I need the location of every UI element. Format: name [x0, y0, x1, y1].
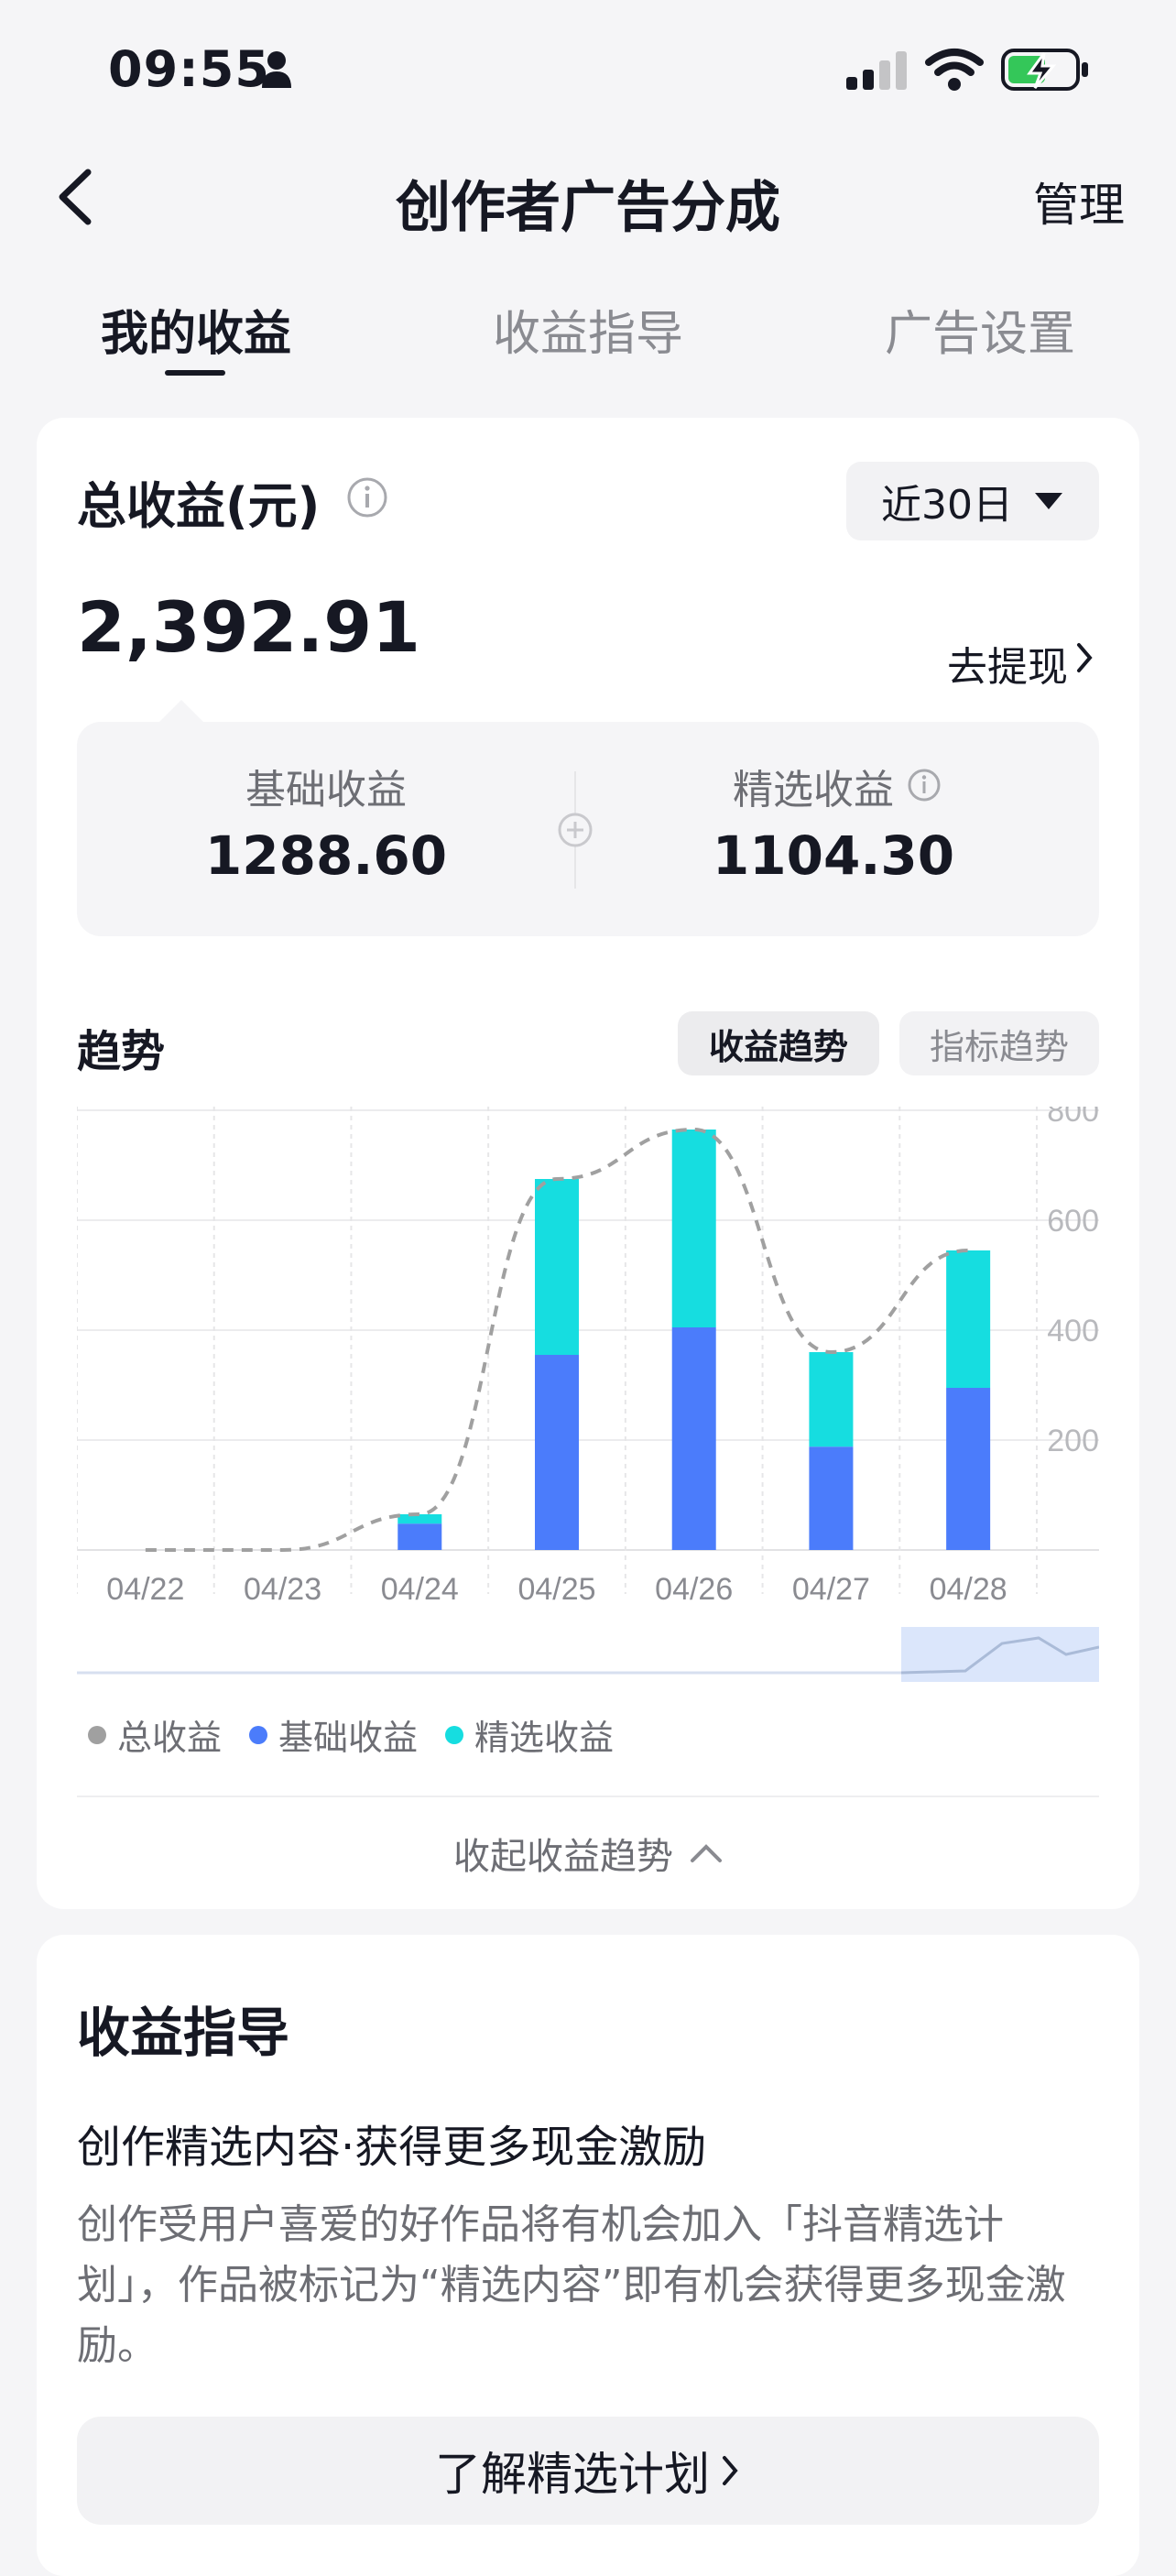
bar-featured-earnings — [397, 1514, 442, 1524]
period-label: 近30日 — [881, 482, 1013, 529]
dropdown-triangle-icon — [1035, 493, 1062, 509]
status-time: 09:55 — [108, 40, 270, 98]
signal-icon — [846, 51, 907, 90]
bar-base-earnings — [809, 1446, 854, 1550]
learn-featured-plan-button[interactable]: 了解精选计划 — [77, 2417, 1099, 2525]
guide-subtitle: 创作精选内容·获得更多现金激励 — [77, 2122, 707, 2173]
tab-ad-settings[interactable]: 广告设置 — [885, 295, 1075, 364]
legend-dot-icon — [249, 1725, 268, 1744]
plus-icon — [558, 813, 593, 847]
x-tick-label: 04/27 — [792, 1572, 870, 1607]
info-icon[interactable] — [346, 476, 388, 518]
y-tick-label: 200 — [1047, 1424, 1099, 1458]
pointer-notch — [158, 700, 205, 724]
base-earnings-value: 1288.60 — [204, 824, 448, 887]
divider — [77, 1796, 1099, 1797]
wifi-icon — [925, 49, 984, 91]
period-dropdown[interactable]: 近30日 — [846, 462, 1099, 540]
featured-earnings-value: 1104.30 — [712, 824, 955, 887]
trend-tab-earnings[interactable]: 收益趋势 — [678, 1011, 879, 1075]
y-tick-label: 400 — [1047, 1314, 1099, 1348]
bar-featured-earnings — [535, 1179, 579, 1355]
y-tick-label: 800 — [1047, 1107, 1099, 1129]
legend-dot-icon — [88, 1725, 106, 1744]
legend-dot-icon — [445, 1725, 464, 1744]
x-tick-label: 04/22 — [106, 1572, 184, 1607]
withdraw-link[interactable]: 去提现 — [947, 634, 1068, 693]
tab-earnings-guide[interactable]: 收益指导 — [493, 295, 683, 364]
tab-my-earnings[interactable]: 我的收益 — [101, 295, 291, 364]
y-tick-label: 600 — [1047, 1204, 1099, 1239]
chart-legend: 总收益 基础收益 精选收益 — [88, 1709, 641, 1760]
collapse-trend-label: 收起收益趋势 — [453, 1836, 673, 1878]
battery-charging-icon — [1001, 49, 1088, 91]
chevron-right-icon — [723, 2456, 738, 2485]
chevron-right-icon — [1077, 643, 1093, 672]
x-tick-label: 04/24 — [381, 1572, 459, 1607]
bar-base-earnings — [946, 1388, 991, 1550]
total-earnings-value: 2,392.91 — [77, 586, 421, 668]
base-earnings-label: 基础收益 — [245, 767, 407, 813]
tab-indicator — [165, 370, 225, 376]
bar-featured-earnings — [671, 1130, 716, 1327]
x-tick-label: 04/28 — [930, 1572, 1007, 1607]
bar-base-earnings — [397, 1523, 442, 1550]
bar-featured-earnings — [809, 1352, 854, 1447]
legend-total: 总收益 — [88, 1709, 222, 1760]
guide-title: 收益指导 — [77, 2002, 290, 2064]
info-icon[interactable] — [907, 768, 942, 802]
legend-base: 基础收益 — [249, 1709, 418, 1760]
total-earnings-title: 总收益(元) — [77, 477, 321, 535]
bar-featured-earnings — [946, 1250, 991, 1388]
page-title: 创作者广告分成 — [396, 176, 780, 240]
trend-tab-metrics[interactable]: 指标趋势 — [899, 1011, 1099, 1075]
legend-featured: 精选收益 — [445, 1709, 614, 1760]
trend-title: 趋势 — [77, 1026, 166, 1077]
x-tick-label: 04/23 — [244, 1572, 321, 1607]
x-tick-label: 04/25 — [517, 1572, 595, 1607]
person-icon — [262, 51, 291, 88]
guide-body: 创作受用户喜爱的好作品将有机会加入「抖音精选计划」，作品被标记为“精选内容”即有… — [77, 2201, 1066, 2369]
manage-button[interactable]: 管理 — [1033, 169, 1125, 235]
collapse-trend-button[interactable]: 收起收益趋势 — [0, 1827, 1176, 1880]
bar-base-earnings — [671, 1327, 716, 1550]
earnings-trend-chart: 800 600 400 200 04/22 04/23 04/24 04/25 04/26 04/… — [77, 1107, 1099, 1607]
x-tick-label: 04/26 — [655, 1572, 733, 1607]
learn-featured-plan-label: 了解精选计划 — [435, 2448, 710, 2501]
bar-base-earnings — [535, 1355, 579, 1550]
chevron-up-icon — [691, 1844, 722, 1862]
chart-range-navigator[interactable] — [77, 1627, 1099, 1682]
featured-earnings-label: 精选收益 — [733, 767, 894, 813]
